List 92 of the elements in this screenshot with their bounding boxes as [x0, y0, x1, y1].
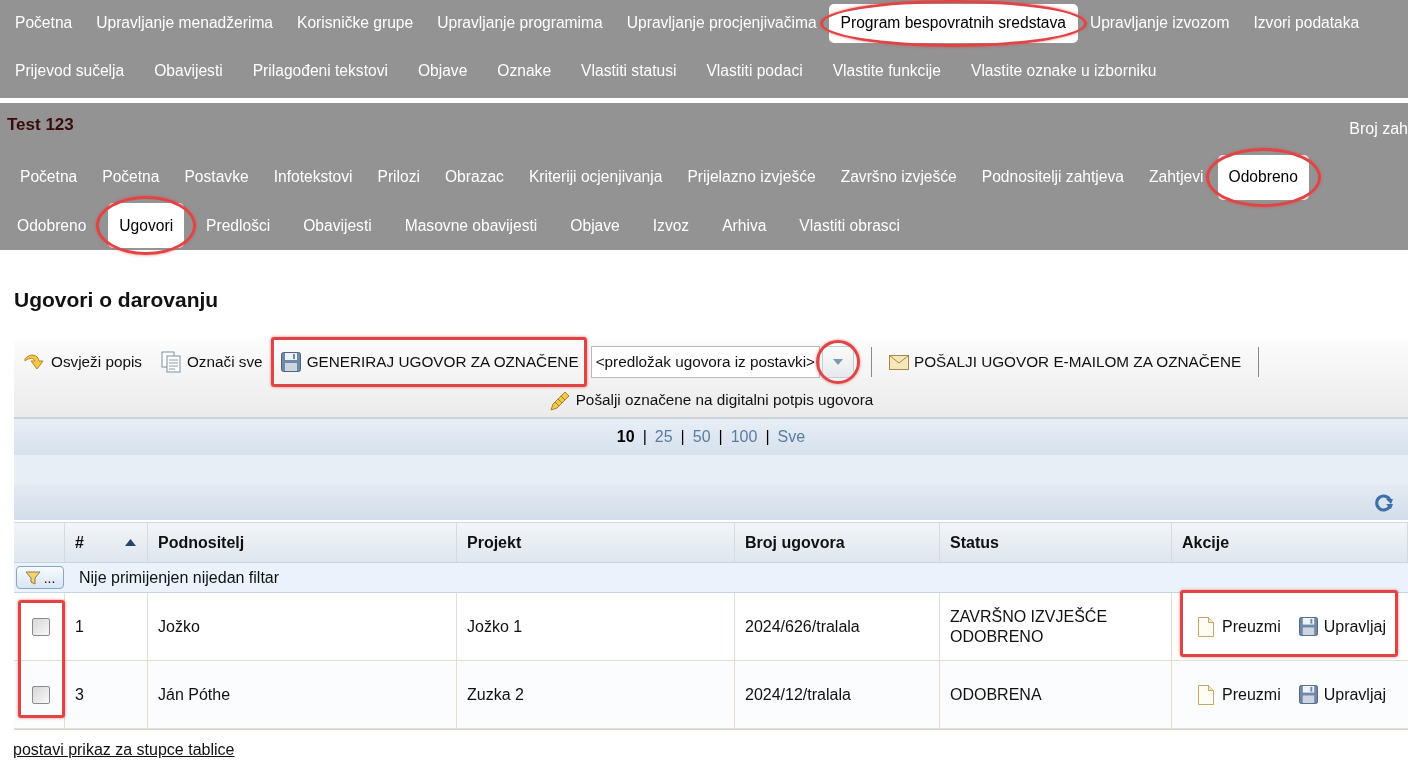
column-header[interactable]: Status: [950, 530, 999, 555]
column-header[interactable]: Podnositelj: [158, 530, 245, 555]
table-cell-text: Ján Póthe: [158, 684, 231, 705]
table-cell-text: Jožko: [158, 616, 200, 637]
pen-icon: [548, 389, 571, 412]
tab[interactable]: Ugovori: [108, 203, 185, 248]
tab[interactable]: Izvoz: [641, 203, 701, 248]
tab[interactable]: Infotekstovi: [262, 154, 364, 200]
manage-link[interactable]: Upravljaj: [1298, 614, 1386, 639]
manage-link[interactable]: Upravljaj: [1298, 682, 1386, 707]
tab[interactable]: Zahtjevi: [1137, 154, 1215, 200]
tab[interactable]: Podnositelji zahtjeva: [970, 154, 1135, 200]
nav-item[interactable]: Korisničke grupe: [285, 3, 426, 43]
filter-button[interactable]: ...: [16, 566, 64, 589]
document-icon: [1198, 684, 1214, 705]
page-size-option[interactable]: 25: [654, 425, 673, 449]
program-title: Test 123: [6, 114, 74, 136]
envelope-icon: [889, 354, 909, 370]
table-cell-text: ZAVRŠNO IZVJEŠĆE ODOBRENO: [950, 606, 1109, 647]
tab[interactable]: Prilozi: [366, 154, 431, 200]
tab[interactable]: Odobreno: [1217, 154, 1309, 200]
reload-button[interactable]: [1374, 492, 1394, 513]
table-cell-text: Zuzka 2: [467, 684, 524, 705]
tab[interactable]: Početna: [91, 154, 171, 200]
column-header[interactable]: Broj ugovora: [745, 530, 845, 555]
nav-item[interactable]: Početna: [3, 3, 85, 43]
column-display-link[interactable]: postavi prikaz za stupce tablice: [13, 738, 235, 762]
circular-arrows-icon: [1374, 492, 1394, 513]
pager-separator: |: [642, 427, 647, 447]
tab[interactable]: Postavke: [173, 154, 260, 200]
template-select[interactable]: <predložak ugovora iz postavki>: [590, 346, 820, 378]
nav-item[interactable]: Objave: [402, 51, 483, 91]
filter-status-text: Nije primijenjen nijedan filtar: [79, 567, 280, 588]
tab[interactable]: Vlastiti obrasci: [788, 203, 911, 248]
table-cell-text: Jožko 1: [467, 616, 523, 637]
table-cell-text: 2024/12/tralala: [745, 684, 851, 705]
tab[interactable]: Objave: [559, 203, 631, 248]
tab[interactable]: Arhiva: [711, 203, 778, 248]
pager-separator: |: [680, 427, 685, 447]
caret-icon: [833, 359, 843, 365]
nav-item[interactable]: Prilagođeni tekstovi: [237, 51, 403, 91]
generate-contract-button[interactable]: GENERIRAJ UGOVOR ZA OZNAČENE: [270, 340, 587, 384]
select-all-button[interactable]: Označi sve: [160, 350, 263, 374]
tab[interactable]: Prijelazno izvješće: [676, 154, 827, 200]
download-link[interactable]: Preuzmi: [1198, 682, 1281, 707]
nav-item[interactable]: Vlastiti podaci: [691, 51, 818, 91]
tab[interactable]: Završno izvješće: [829, 154, 968, 200]
table-cell: ODOBRENA: [950, 684, 1042, 705]
page-size-option[interactable]: 50: [692, 425, 711, 449]
column-header[interactable]: Projekt: [467, 530, 522, 555]
nav-item[interactable]: Oznake: [482, 51, 567, 91]
checkbox[interactable]: [32, 685, 50, 704]
page-size-option[interactable]: 100: [730, 425, 758, 449]
dropdown-button[interactable]: [822, 346, 854, 378]
tab[interactable]: Obrazac: [433, 154, 515, 200]
documents-icon: [160, 351, 181, 373]
nav-item[interactable]: Vlastite oznake u izborniku: [956, 51, 1172, 91]
pager-separator: |: [718, 427, 723, 447]
tab[interactable]: Odobreno: [6, 203, 98, 248]
tab[interactable]: Početna: [9, 154, 89, 200]
download-link[interactable]: Preuzmi: [1198, 614, 1281, 639]
table-cell-text: 3: [75, 684, 84, 705]
tab[interactable]: Masovne obavijesti: [393, 203, 549, 248]
nav-item[interactable]: Vlastiti statusi: [566, 51, 692, 91]
nav-item[interactable]: Upravljanje procjenjivačima: [614, 3, 829, 43]
nav-item[interactable]: Upravljanje programima: [425, 3, 615, 43]
nav-item[interactable]: Obavijesti: [139, 51, 238, 91]
table-cell-text: 1: [75, 616, 84, 637]
page-size-option[interactable]: Sve: [777, 425, 806, 449]
tab[interactable]: Obavijesti: [292, 203, 383, 248]
refresh-button[interactable]: Osvježi popis: [24, 350, 142, 374]
nav-item[interactable]: Upravljanje izvozom: [1077, 3, 1242, 43]
nav-item[interactable]: Izvori podataka: [1241, 3, 1372, 43]
nav-item[interactable]: Program bespovratnih sredstava: [828, 3, 1078, 43]
document-icon: [1198, 616, 1214, 637]
curved-arrow-icon: [24, 352, 46, 372]
column-header[interactable]: #: [75, 530, 84, 555]
request-count-label: Broj zah: [1349, 119, 1408, 139]
page-title: Ugovori o darovanju: [14, 287, 220, 313]
send-email-button[interactable]: POŠALJI UGOVOR E-MAILOM ZA OZNAČENE: [889, 350, 1242, 374]
column-header[interactable]: Akcije: [1182, 530, 1230, 555]
pager-separator: |: [765, 427, 770, 447]
tab[interactable]: Kriteriji ocjenjivanja: [517, 154, 674, 200]
nav-item[interactable]: Upravljanje menadžerima: [84, 3, 286, 43]
digital-signature-button[interactable]: Pošalji označene na digitalni potpis ugovora: [548, 389, 874, 412]
nav-item[interactable]: Vlastite funkcije: [817, 51, 956, 91]
table-cell-text: 2024/626/tralala: [745, 616, 860, 637]
page-size-option[interactable]: 10: [616, 425, 635, 449]
checkbox[interactable]: [32, 617, 50, 636]
tab[interactable]: Predlošci: [195, 203, 282, 248]
funnel-icon: [24, 570, 41, 585]
nav-item[interactable]: Prijevod sučelja: [0, 51, 140, 91]
